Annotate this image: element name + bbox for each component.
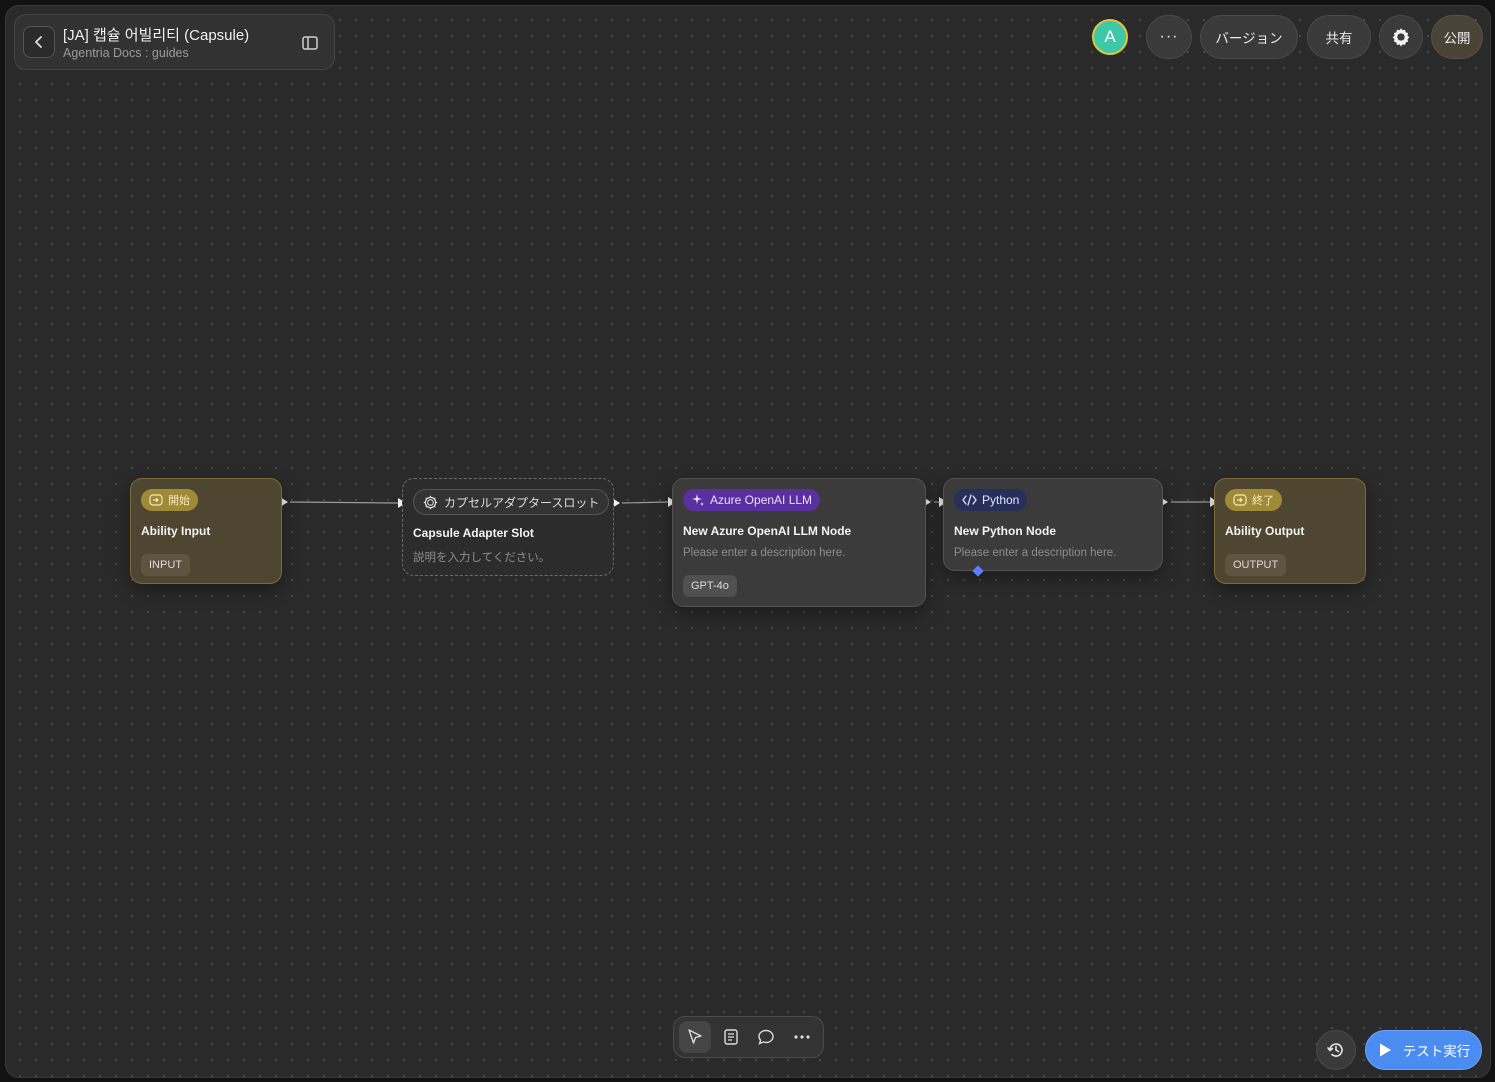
end-node-title: Ability Output	[1225, 524, 1305, 538]
edge-slot-llm	[621, 501, 669, 504]
llm-tag-label: Azure OpenAI LLM	[710, 493, 813, 507]
output-chip: OUTPUT	[1225, 554, 1287, 576]
document-icon	[723, 1029, 738, 1045]
model-chip: GPT-4o	[683, 575, 737, 597]
node-ability-output[interactable]: 終了 Ability Output OUTPUT	[1214, 478, 1366, 584]
more-button[interactable]: ···	[1146, 15, 1192, 59]
gear-icon	[1392, 28, 1410, 47]
edge-start-slot	[289, 501, 399, 504]
history-button[interactable]	[1316, 1030, 1356, 1070]
sidebar-toggle-icon[interactable]	[301, 34, 319, 52]
start-tag: 開始	[141, 489, 198, 511]
python-node-description: Please enter a description here.	[954, 547, 1117, 559]
history-icon	[1327, 1043, 1343, 1057]
python-node-title: New Python Node	[954, 524, 1057, 538]
python-tag: Python	[954, 489, 1028, 511]
back-button[interactable]	[23, 26, 55, 58]
chevron-left-icon	[35, 36, 42, 48]
settings-button[interactable]	[1379, 15, 1423, 59]
canvas[interactable]: [JA] 캡슐 어빌리티 (Capsule) Agentria Docs : g…	[5, 5, 1491, 1078]
page-title: [JA] 캡슐 어빌리티 (Capsule)	[63, 27, 250, 44]
publish-button[interactable]: 公開	[1431, 15, 1483, 59]
exit-icon	[1233, 494, 1247, 506]
comment-tool-button[interactable]	[751, 1021, 783, 1053]
play-icon	[1379, 1043, 1391, 1057]
start-tag-label: 開始	[168, 495, 190, 507]
end-tag-label: 終了	[1252, 495, 1274, 507]
avatar[interactable]: A	[1092, 19, 1128, 55]
share-button[interactable]: 共有	[1307, 15, 1371, 59]
enter-icon	[149, 494, 163, 506]
test-run-label: テスト実行	[1402, 1044, 1471, 1059]
more-tools-button[interactable]	[786, 1021, 818, 1053]
slot-node-title: Capsule Adapter Slot	[413, 526, 534, 540]
python-tag-label: Python	[982, 493, 1020, 507]
breadcrumb: Agentria Docs : guides	[63, 46, 189, 60]
chip-icon	[423, 495, 438, 509]
node-capsule-adapter-slot[interactable]: カプセルアダプタースロット Capsule Adapter Slot 説明を入力…	[402, 478, 614, 576]
slot-tag: カプセルアダプタースロット	[413, 489, 610, 515]
slot-tag-label: カプセルアダプタースロット	[444, 495, 600, 510]
llm-tag: Azure OpenAI LLM	[683, 489, 821, 511]
node-python[interactable]: Python New Python Node Please enter a de…	[943, 478, 1163, 571]
llm-node-title: New Azure OpenAI LLM Node	[683, 524, 852, 538]
llm-node-description: Please enter a description here.	[683, 547, 846, 559]
canvas-toolbar	[673, 1016, 824, 1058]
node-ability-input[interactable]: 開始 Ability Input INPUT	[130, 478, 282, 584]
sparkle-icon	[692, 494, 704, 506]
chat-bubble-icon	[758, 1029, 775, 1045]
version-button[interactable]: バージョン	[1200, 15, 1298, 59]
end-tag: 終了	[1225, 489, 1282, 511]
start-node-title: Ability Input	[141, 524, 211, 538]
select-tool-button[interactable]	[679, 1021, 711, 1053]
test-run-button[interactable]: テスト実行	[1365, 1030, 1482, 1070]
title-card: [JA] 캡슐 어빌리티 (Capsule) Agentria Docs : g…	[14, 14, 335, 70]
cursor-icon	[688, 1029, 702, 1044]
slot-node-description: 説明を入力してください。	[413, 552, 551, 564]
ellipsis-icon	[794, 1035, 810, 1039]
code-icon	[962, 494, 977, 506]
input-chip: INPUT	[141, 554, 190, 576]
node-azure-openai-llm[interactable]: Azure OpenAI LLM New Azure OpenAI LLM No…	[672, 478, 926, 607]
note-tool-button[interactable]	[715, 1021, 747, 1053]
